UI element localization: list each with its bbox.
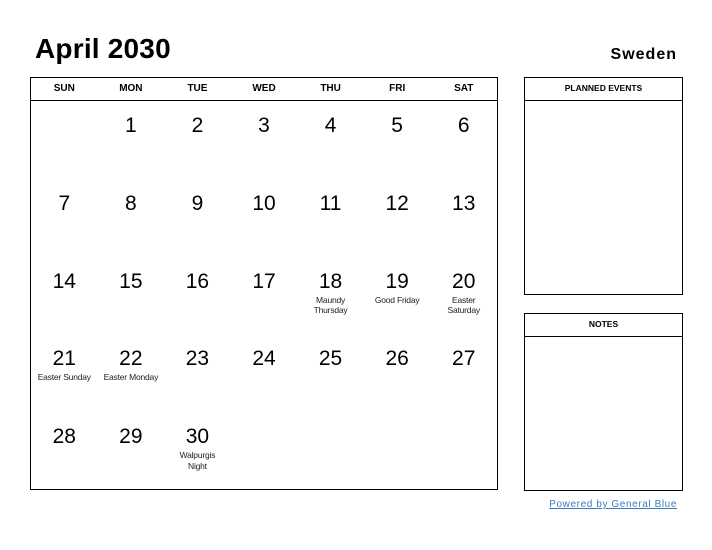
day-cell: 3 bbox=[231, 101, 298, 179]
day-number: 2 bbox=[191, 114, 204, 137]
weekday-header: SUN MON TUE WED THU FRI SAT bbox=[31, 78, 497, 101]
day-cell: 11 bbox=[297, 179, 364, 257]
weekday-thu: THU bbox=[320, 83, 341, 94]
day-number: 21 bbox=[52, 347, 76, 371]
day-number: 19 bbox=[385, 269, 409, 293]
holiday-label: Easter Monday bbox=[103, 372, 159, 383]
day-cell: 12 bbox=[364, 179, 431, 257]
day-number: 22 bbox=[119, 347, 143, 371]
holiday-label: Easter Saturday bbox=[447, 294, 480, 316]
weekday-tue: TUE bbox=[187, 83, 208, 94]
day-cell: 19 Good Friday bbox=[364, 257, 431, 335]
day-number: 1 bbox=[125, 114, 137, 137]
day-cell: 7 bbox=[31, 179, 98, 257]
day-number: 8 bbox=[125, 191, 137, 215]
calendar-grid: SUN MON TUE WED THU FRI SAT 1 2 3 4 5 6 7 8 9 10 1… bbox=[30, 77, 498, 490]
holiday-label: Walpurgis Night bbox=[179, 450, 216, 471]
weekday-sun: SUN bbox=[53, 83, 75, 94]
weekday-wed: WED bbox=[252, 83, 276, 94]
day-cell: 18 Maundy Thursday bbox=[297, 257, 364, 335]
holiday-label: Easter Sunday bbox=[37, 372, 91, 383]
day-number: 15 bbox=[119, 269, 143, 293]
planned-events-heading: PLANNED EVENTS bbox=[525, 78, 682, 101]
day-cell: 4 bbox=[297, 101, 364, 179]
day-number: 4 bbox=[324, 114, 337, 137]
powered-by-link[interactable]: Powered by General Blue bbox=[549, 499, 677, 510]
day-cell: 20 Easter Saturday bbox=[430, 257, 497, 335]
day-number: 16 bbox=[185, 269, 210, 293]
day-cell: 15 bbox=[98, 257, 165, 335]
day-cell: 9 bbox=[164, 179, 231, 257]
day-cell: 28 bbox=[31, 412, 98, 490]
day-number: 29 bbox=[119, 425, 143, 449]
day-cell: 27 bbox=[430, 334, 497, 412]
weekday-sat: SAT bbox=[454, 83, 474, 94]
day-cell: 16 bbox=[164, 257, 231, 335]
day-number: 5 bbox=[391, 114, 403, 137]
holiday-label: Good Friday bbox=[374, 294, 420, 305]
day-number: 7 bbox=[58, 191, 71, 215]
notes-heading: NOTES bbox=[525, 314, 682, 337]
day-cell: 14 bbox=[31, 257, 98, 335]
day-cell: 24 bbox=[231, 334, 298, 412]
day-number: 11 bbox=[319, 191, 342, 215]
day-number: 9 bbox=[191, 191, 204, 215]
day-number: 3 bbox=[258, 114, 270, 137]
day-cell: 26 bbox=[364, 334, 431, 412]
day-cell: 6 bbox=[430, 101, 497, 179]
day-number: 23 bbox=[185, 347, 210, 371]
day-number: 10 bbox=[252, 191, 276, 215]
day-number: 27 bbox=[452, 347, 476, 371]
empty-day-cell bbox=[231, 412, 298, 490]
day-cell: 25 bbox=[297, 334, 364, 412]
day-cell: 8 bbox=[98, 179, 165, 257]
day-number: 14 bbox=[52, 269, 76, 293]
empty-day-cell bbox=[430, 412, 497, 490]
day-number: 20 bbox=[452, 269, 476, 293]
day-cell: 5 bbox=[364, 101, 431, 179]
day-cell: 10 bbox=[231, 179, 298, 257]
day-number: 17 bbox=[252, 269, 276, 293]
calendar-body: 1 2 3 4 5 6 7 8 9 10 11 12 13 14 15 16 17 18 Maundy Thursd… bbox=[31, 101, 497, 490]
empty-day-cell bbox=[364, 412, 431, 490]
page-title: April 2030 bbox=[35, 33, 171, 64]
day-cell: 21 Easter Sunday bbox=[31, 334, 98, 412]
empty-day-cell bbox=[297, 412, 364, 490]
day-cell: 23 bbox=[164, 334, 231, 412]
day-cell: 29 bbox=[98, 412, 165, 490]
day-number: 24 bbox=[252, 347, 276, 371]
day-cell: 2 bbox=[164, 101, 231, 179]
day-number: 18 bbox=[318, 269, 343, 293]
country-label: Sweden bbox=[610, 46, 677, 63]
day-cell: 13 bbox=[430, 179, 497, 257]
day-cell: 22 Easter Monday bbox=[98, 334, 165, 412]
day-cell: 17 bbox=[231, 257, 298, 335]
day-number: 13 bbox=[452, 191, 476, 215]
day-number: 26 bbox=[385, 347, 409, 371]
day-number: 28 bbox=[52, 425, 76, 449]
day-cell: 1 bbox=[98, 101, 165, 179]
holiday-label: Maundy Thursday bbox=[313, 294, 348, 316]
day-number: 6 bbox=[457, 114, 470, 137]
weekday-mon: MON bbox=[119, 83, 143, 94]
weekday-fri: FRI bbox=[389, 83, 406, 94]
day-number: 30 bbox=[185, 425, 210, 449]
day-number: 12 bbox=[385, 191, 409, 215]
empty-day-cell bbox=[31, 101, 98, 179]
day-cell: 30 Walpurgis Night bbox=[164, 412, 231, 490]
notes-panel: NOTES bbox=[524, 313, 683, 491]
planned-events-panel: PLANNED EVENTS bbox=[524, 77, 683, 295]
day-number: 25 bbox=[318, 347, 343, 371]
